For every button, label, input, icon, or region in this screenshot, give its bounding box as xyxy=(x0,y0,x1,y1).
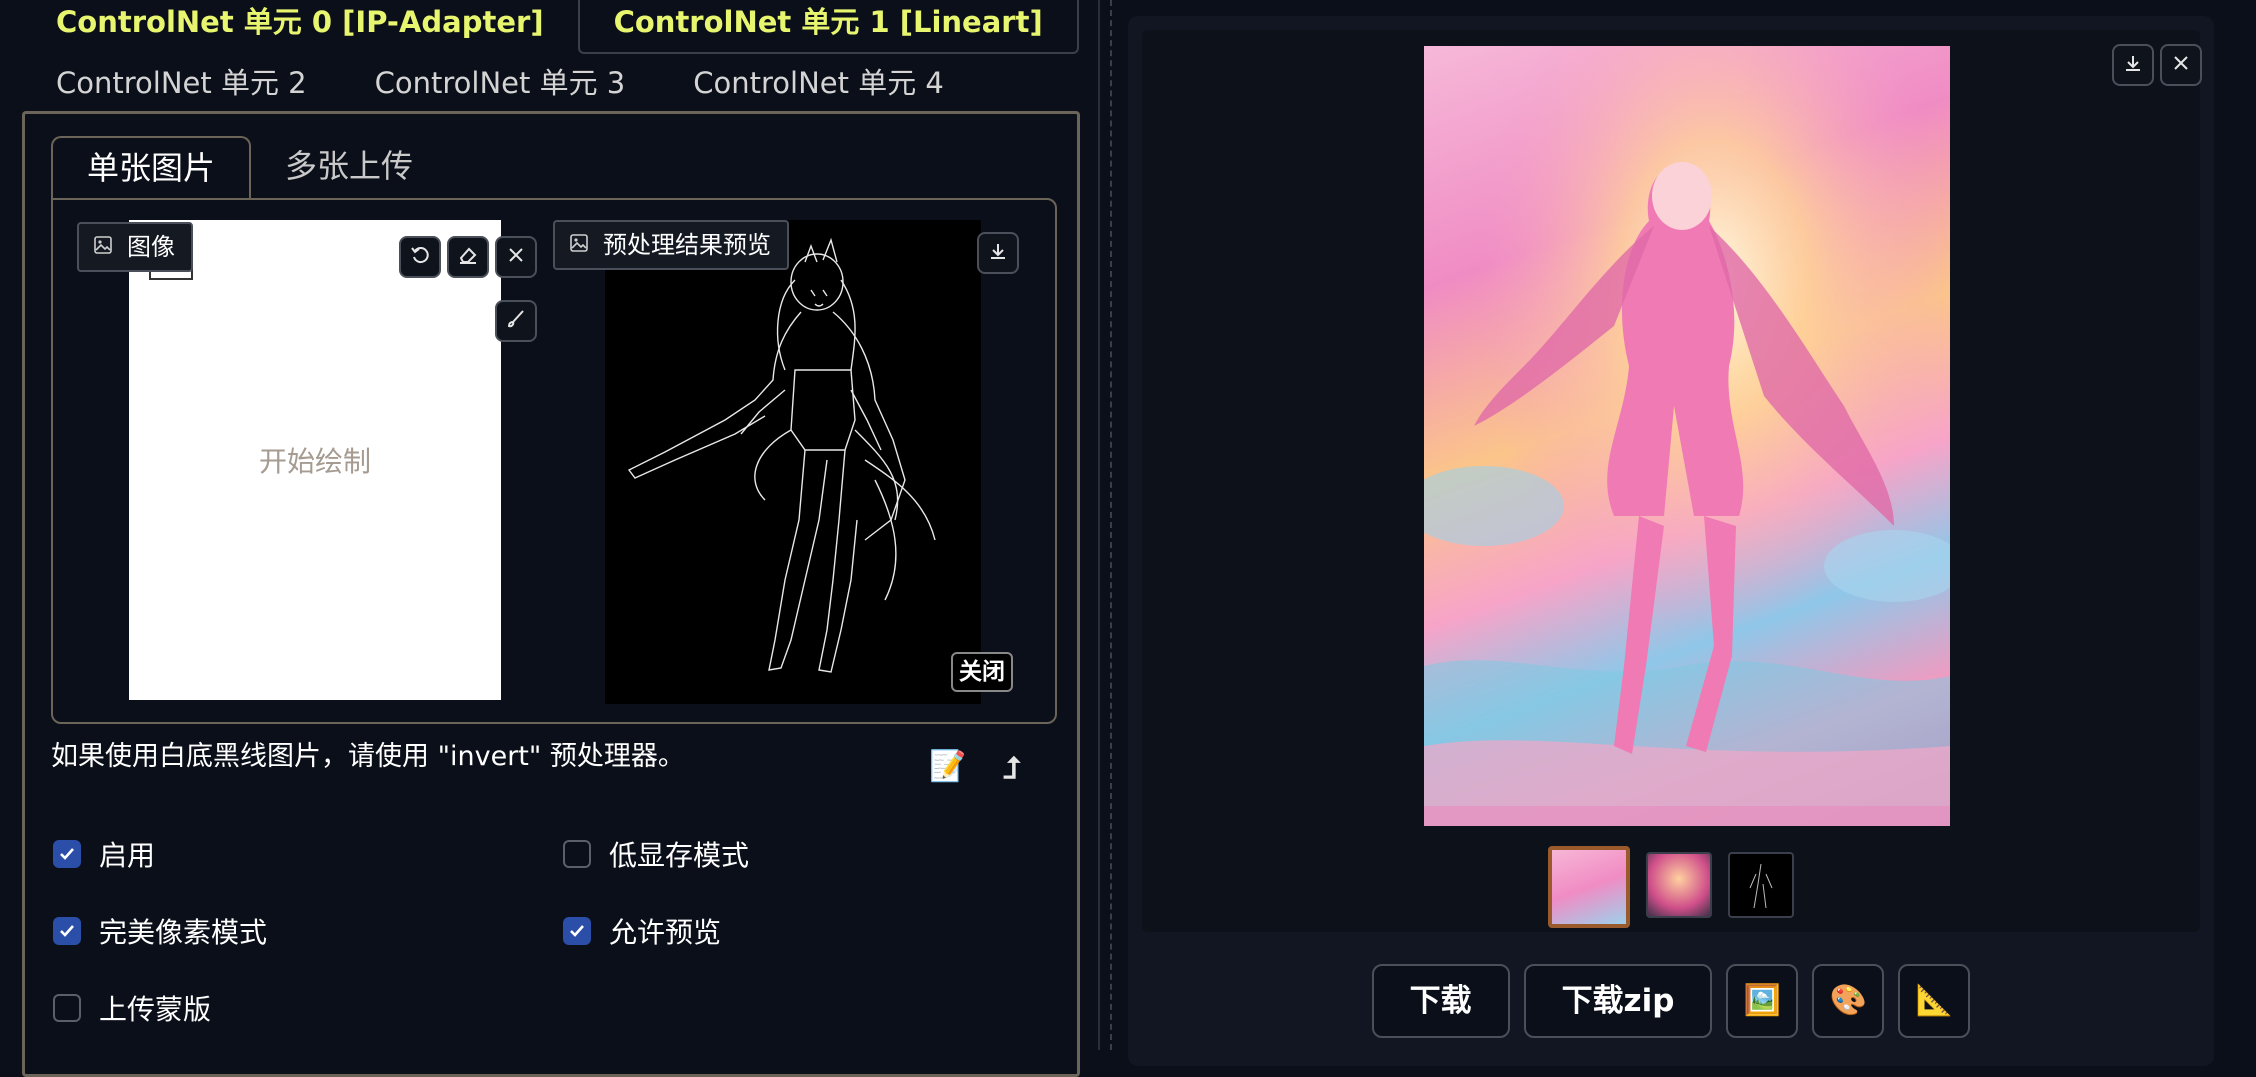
edit-icon[interactable]: 📝 xyxy=(929,750,966,784)
check-icon xyxy=(53,917,81,945)
undo-button[interactable] xyxy=(399,236,441,278)
gallery-preview xyxy=(1142,30,2202,932)
controlnet-unit-tabs-row2: ControlNet 单元 2 ControlNet 单元 3 ControlN… xyxy=(22,58,978,108)
preprocessor-preview-image xyxy=(605,220,981,704)
thumbnail-2[interactable] xyxy=(1646,852,1712,918)
brush-icon xyxy=(505,308,527,334)
download-button[interactable]: 下载 xyxy=(1371,964,1510,1038)
checkbox-empty-icon xyxy=(53,994,81,1022)
enable-checkbox[interactable]: 启用 xyxy=(53,834,155,874)
download-zip-button[interactable]: 下载zip xyxy=(1523,964,1713,1038)
image-label-text: 图像 xyxy=(127,233,175,261)
gallery-action-buttons: 下载 下载zip 🖼️ 🎨 📐 xyxy=(1128,964,2214,1038)
output-gallery: 下载 下载zip 🖼️ 🎨 📐 xyxy=(1128,16,2214,1066)
tab-controlnet-unit-2[interactable]: ControlNet 单元 2 xyxy=(22,58,341,108)
thumbnail-1[interactable] xyxy=(1548,846,1630,928)
controlnet-unit-tabs: ControlNet 单元 0 [IP-Adapter] ControlNet … xyxy=(22,0,1079,54)
close-icon xyxy=(506,245,526,269)
eraser-icon xyxy=(457,244,479,270)
drawing-canvas[interactable]: 开始绘制 xyxy=(129,220,501,700)
low-vram-checkbox[interactable]: 低显存模式 xyxy=(563,834,749,874)
clear-button[interactable] xyxy=(447,236,489,278)
upload-mask-label: 上传蒙版 xyxy=(99,993,212,1026)
panel-divider xyxy=(1098,0,1100,1050)
low-vram-label: 低显存模式 xyxy=(609,839,750,872)
canvas-hint: 开始绘制 xyxy=(258,445,371,478)
tab-single-image[interactable]: 单张图片 xyxy=(51,136,252,198)
tab-controlnet-unit-0[interactable]: ControlNet 单元 0 [IP-Adapter] xyxy=(22,0,578,54)
download-icon xyxy=(988,241,1008,265)
upload-mask-checkbox[interactable]: 上传蒙版 xyxy=(53,988,211,1028)
allow-preview-label: 允许预览 xyxy=(609,916,722,949)
send-to-img2img-button[interactable]: 🖼️ xyxy=(1726,964,1799,1038)
checkbox-empty-icon xyxy=(563,840,591,868)
image-icon xyxy=(93,224,113,270)
check-icon xyxy=(53,840,81,868)
send-dimensions-icon[interactable]: ⮥ xyxy=(1003,752,1021,786)
panel-divider-dashed xyxy=(1110,0,1112,1050)
close-icon xyxy=(2171,53,2191,77)
image-mode-tabs: 单张图片 多张上传 xyxy=(51,136,447,198)
image-area: 开始绘制 图像 预处理结果预览 关闭 xyxy=(51,198,1057,724)
preview-label-text: 预处理结果预览 xyxy=(603,231,771,259)
check-icon xyxy=(563,917,591,945)
image-label: 图像 xyxy=(77,222,193,272)
preview-label: 预处理结果预览 xyxy=(553,220,789,270)
preview-close-button[interactable]: 关闭 xyxy=(951,652,1013,692)
gallery-download-button[interactable] xyxy=(2112,44,2154,86)
remove-image-button[interactable] xyxy=(495,236,537,278)
tab-controlnet-unit-4[interactable]: ControlNet 单元 4 xyxy=(659,58,978,108)
tab-controlnet-unit-3[interactable]: ControlNet 单元 3 xyxy=(341,58,660,108)
send-to-extras-button[interactable]: 📐 xyxy=(1898,964,1971,1038)
gallery-thumbnails xyxy=(1142,846,2200,928)
controlnet-unit-body: 单张图片 多张上传 开始绘制 图像 预处理结果预览 关闭 如果使用白底黑线图片，… xyxy=(22,111,1080,1077)
undo-icon xyxy=(409,244,431,270)
tab-batch-upload[interactable]: 多张上传 xyxy=(251,136,447,198)
controlnet-panel: ControlNet 单元 0 [IP-Adapter] ControlNet … xyxy=(0,0,1110,1077)
send-to-inpaint-button[interactable]: 🎨 xyxy=(1812,964,1885,1038)
preview-download-button[interactable] xyxy=(977,232,1019,274)
pixel-perfect-checkbox[interactable]: 完美像素模式 xyxy=(53,911,267,951)
invert-hint: 如果使用白底黑线图片，请使用 "invert" 预处理器。 xyxy=(51,741,685,772)
allow-preview-checkbox[interactable]: 允许预览 xyxy=(563,911,721,951)
gallery-close-button[interactable] xyxy=(2160,44,2202,86)
tab-controlnet-unit-1[interactable]: ControlNet 单元 1 [Lineart] xyxy=(577,0,1079,54)
generated-image[interactable] xyxy=(1424,46,1950,826)
pixel-perfect-label: 完美像素模式 xyxy=(99,916,268,949)
brush-button[interactable] xyxy=(495,300,537,342)
thumbnail-3[interactable] xyxy=(1728,852,1794,918)
download-icon xyxy=(2123,53,2143,77)
image-icon xyxy=(569,222,589,268)
enable-label: 启用 xyxy=(99,839,156,872)
